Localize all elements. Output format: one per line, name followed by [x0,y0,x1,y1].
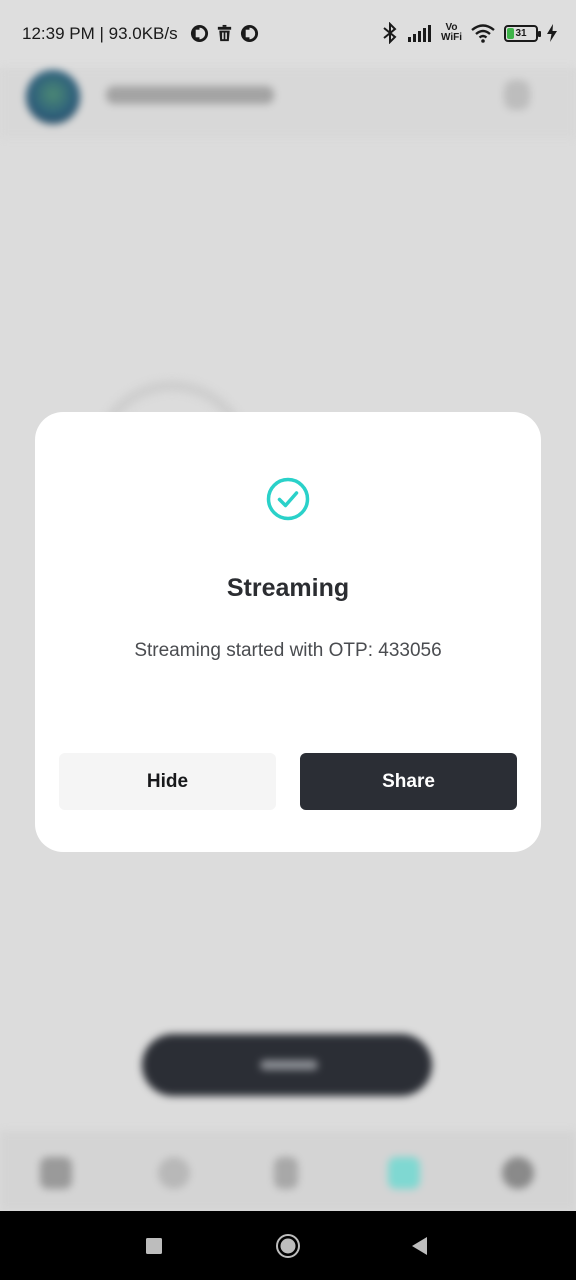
vowifi-icon: Vo WiFi [441,23,462,43]
app-title-blurred [106,86,274,104]
hide-button[interactable]: Hide [59,753,276,810]
status-time: 12:39 PM | 93.0KB/s [22,24,178,43]
system-navigation-bar [0,1211,576,1280]
app-notification-icon [190,24,209,43]
status-bar: 12:39 PM | 93.0KB/s Vo WiFi 31 [0,0,576,68]
wifi-icon [471,24,495,43]
stream-control-pill [142,1034,432,1096]
app-notification-icon [240,24,259,43]
trash-icon [217,24,232,42]
streaming-dialog: Streaming Streaming started with OTP: 43… [35,412,541,852]
app-header [0,68,576,138]
system-icons: Vo WiFi 31 [381,22,558,44]
nav-item-icon [40,1157,72,1189]
notification-icons [190,24,259,43]
nav-item-icon [502,1157,534,1189]
recents-icon[interactable] [141,1233,167,1259]
menu-icon [504,80,530,110]
nav-item-icon [274,1157,298,1189]
signal-icon [407,25,431,42]
vowifi-bottom-label: WiFi [440,32,462,43]
charging-icon [547,24,557,42]
nav-item-icon-active [388,1157,420,1189]
bluetooth-icon [383,22,397,44]
check-circle-icon [266,477,310,521]
dialog-title: Streaming [226,574,350,602]
nav-item-icon [158,1157,190,1189]
share-button[interactable]: Share [300,753,517,810]
battery-fill [507,27,515,39]
bottom-navigation [0,1131,576,1211]
avatar [26,70,80,124]
battery-icon: 31 [504,24,541,42]
dialog-message: Streaming started with OTP: 433056 [134,640,442,661]
stream-control-indicator [260,1060,318,1070]
battery-percent: 31 [515,27,527,39]
home-icon[interactable] [275,1233,301,1259]
back-icon[interactable] [407,1233,433,1259]
